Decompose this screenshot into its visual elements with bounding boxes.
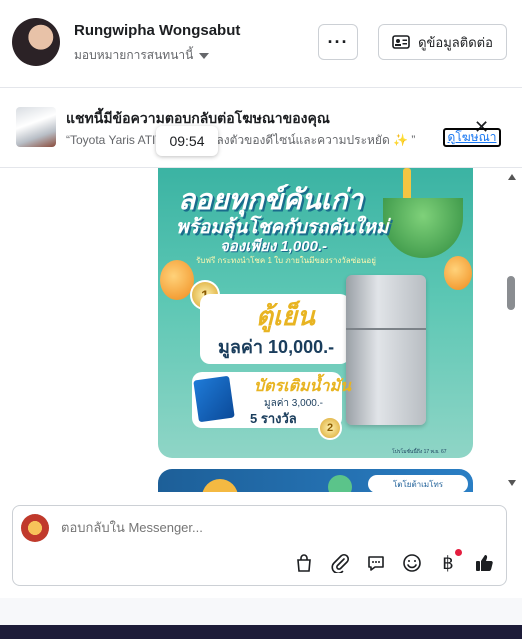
reply-composer: ฿ [12,505,507,586]
view-contact-button[interactable]: ดูข้อมูลติดต่อ [378,24,507,60]
ad-small-print: รับฟรี กระทงนำโชค 1 ใบ ภายในมีของรางวัลซ… [196,256,376,265]
attachment-icon[interactable] [329,552,351,574]
view-ad-link[interactable]: ดูโฆษณา [443,128,501,147]
page-footer [0,598,522,625]
chevron-down-icon [199,52,210,59]
prize2-count: 5 รางวัล [250,411,297,426]
emoji-icon[interactable] [401,552,423,574]
taskbar-strip [0,625,522,639]
prize1-title: ตู้เย็น [256,301,315,331]
scrollbar[interactable] [503,168,519,492]
decoration [328,475,352,492]
thumbs-up-icon[interactable] [473,552,495,574]
kratong-decoration [383,198,463,258]
view-contact-label: ดูข้อมูลติดต่อ [418,34,493,50]
dealer-logo: โตโยต้าเมโทร [368,475,468,492]
assign-conversation[interactable]: มอบหมายการสนทนานี้ [74,46,210,65]
lantern-decoration [160,260,194,300]
scroll-down-icon[interactable] [508,480,516,486]
timestamp-tooltip: 09:54 [156,126,218,156]
scroll-up-icon[interactable] [508,174,516,180]
contact-card-icon [392,35,410,49]
conversation-header: Rungwipha Wongsabut มอบหมายการสนทนานี้ ·… [0,0,522,88]
reply-input[interactable] [61,520,461,535]
ad-preview-text: “Toyota Yaris ATIV ใหม่ ...ามลงตัวของดีไ… [66,133,416,147]
page-avatar [21,514,49,542]
ad-thumbnail [16,107,56,147]
more-options-button[interactable]: ··· [318,24,358,60]
ad-reply-banner: แชทนี้มีข้อความตอบกลับต่อโฆษณาของคุณ “To… [0,88,522,168]
saved-replies-icon[interactable] [365,552,387,574]
ad-image-message[interactable]: ลอยทุกข์คันเก่า พร้อมลุ้นโชคกับรถคันใหม่… [158,168,473,458]
fridge-divider [346,328,426,330]
scroll-thumb[interactable] [507,276,515,310]
contact-avatar[interactable] [12,18,60,66]
ad-image-message-2[interactable]: โตโยต้าเมโทร [158,469,473,492]
notification-dot [455,549,462,556]
lantern-decoration [202,479,238,492]
assign-label: มอบหมายการสนทนานี้ [74,48,194,62]
fuel-card-image [193,375,235,423]
message-thread[interactable]: ลอยทุกข์คันเก่า พร้อมลุ้นโชคกับรถคันใหม่… [0,168,500,492]
shopping-bag-icon[interactable] [293,552,315,574]
lantern-decoration [444,256,472,290]
refrigerator-image [346,275,426,425]
contact-name[interactable]: Rungwipha Wongsabut [74,22,240,39]
prize1-value: มูลค่า 10,000.- [218,337,335,357]
ad-footnote: โปรโมชั่นนี้ถึง 17 พ.ย. 67 [392,449,447,455]
medal-icon: 2 [318,416,342,440]
